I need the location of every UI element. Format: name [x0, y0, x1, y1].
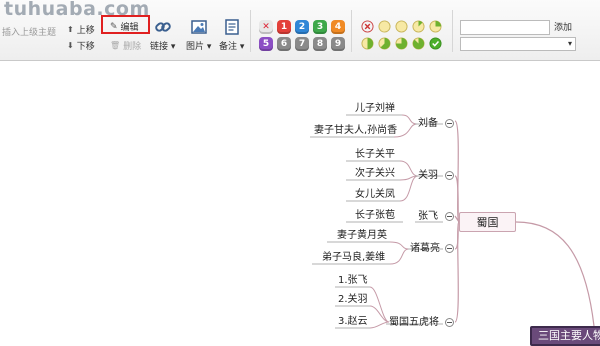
progress-pie-icon[interactable] — [378, 20, 391, 33]
progress-pie-icon[interactable] — [412, 37, 425, 50]
priority-badge[interactable]: 1 — [277, 20, 291, 34]
collapse-toggle[interactable] — [445, 171, 454, 180]
progress-pie-icon[interactable] — [361, 37, 374, 50]
link-button[interactable]: 链接 ▾ — [150, 18, 175, 52]
node-guanyu[interactable]: 关羽 — [418, 170, 438, 182]
note-button[interactable]: 备注 ▾ — [219, 18, 244, 52]
progress-complete-icon[interactable] — [429, 37, 442, 50]
priority-badge[interactable]: 9 — [331, 37, 345, 51]
node-liubei-child-1[interactable]: 儿子刘禅 — [355, 103, 395, 115]
node-zhangfei-child-1[interactable]: 长子张苞 — [355, 210, 395, 222]
node-shu[interactable]: 蜀国 — [459, 212, 516, 232]
priority-badge[interactable]: 3 — [313, 20, 327, 34]
move-down-label: 下移 — [76, 42, 95, 52]
move-down-button[interactable]: ⬇ 下移 — [67, 39, 95, 52]
node-root[interactable]: 三国主要人物 — [530, 326, 600, 346]
image-icon — [190, 20, 207, 34]
separator — [250, 10, 251, 52]
node-guanyu-child-1[interactable]: 长子关平 — [355, 149, 395, 161]
add-tag-button[interactable]: 添加 — [554, 20, 572, 33]
move-up-button[interactable]: ⬆ 上移 — [67, 23, 95, 36]
delete-label: 删除 — [123, 42, 142, 52]
link-label: 链接 — [150, 42, 169, 52]
clear-progress-icon[interactable] — [361, 20, 374, 33]
priority-badge[interactable]: ✕ — [259, 20, 273, 34]
progress-pie-icon[interactable] — [412, 20, 425, 33]
progress-pie-icon[interactable] — [395, 20, 408, 33]
collapse-toggle[interactable] — [445, 318, 454, 327]
link-icon — [154, 22, 171, 32]
priority-badge[interactable]: 8 — [313, 37, 327, 51]
arrow-down-icon: ⬇ — [67, 41, 74, 50]
priority-badge[interactable]: 6 — [277, 37, 291, 51]
move-up-label: 上移 — [76, 26, 95, 36]
mindmap-canvas[interactable]: 儿子刘禅 妻子甘夫人,孙尚香 刘备 长子关平 次子关兴 女儿关凤 关羽 长子张苞… — [0, 61, 600, 340]
chevron-down-icon: ▾ — [567, 39, 572, 48]
collapse-toggle[interactable] — [445, 212, 454, 221]
node-liubei[interactable]: 刘备 — [418, 118, 438, 130]
note-icon — [224, 19, 239, 35]
node-liubei-child-2[interactable]: 妻子甘夫人,孙尚香 — [314, 125, 397, 137]
node-wuhu-child-3[interactable]: 3.赵云 — [338, 316, 368, 328]
priority-badge[interactable]: 7 — [295, 37, 309, 51]
collapse-toggle[interactable] — [445, 119, 454, 128]
separator — [351, 10, 352, 52]
node-wuhu-child-1[interactable]: 1.张飞 — [338, 275, 368, 287]
priority-badge[interactable]: 4 — [331, 20, 345, 34]
edit-icon: ✎ — [110, 21, 118, 32]
insert-parent-topic-button[interactable]: 插入上级主题 — [2, 25, 56, 38]
note-label: 备注 — [219, 42, 238, 52]
node-wuhu-child-2[interactable]: 2.关羽 — [338, 294, 368, 306]
edit-button[interactable]: ✎ 编辑 — [110, 20, 139, 34]
node-zhuge[interactable]: 诸葛亮 — [410, 243, 440, 255]
node-wuhu[interactable]: 蜀国五虎将 — [389, 317, 439, 329]
tag-input[interactable] — [460, 20, 550, 35]
image-button[interactable]: 图片 ▾ — [186, 18, 211, 52]
edit-label: 编辑 — [120, 23, 139, 33]
node-guanyu-child-2[interactable]: 次子关兴 — [355, 168, 395, 180]
branch-lines — [310, 114, 595, 329]
node-zhangfei[interactable]: 张飞 — [418, 211, 438, 223]
arrow-up-icon: ⬆ — [67, 25, 74, 34]
delete-button[interactable]: 🗑 删除 — [110, 39, 141, 52]
trash-icon: 🗑 — [110, 41, 121, 50]
priority-badge[interactable]: 2 — [295, 20, 309, 34]
node-zhuge-child-1[interactable]: 妻子黄月英 — [337, 230, 387, 242]
progress-pie-icon[interactable] — [429, 20, 442, 33]
toolbar: tuhuaba.com 插入上级主题 ⬆ 上移 ⬇ 下移 ✎ 编辑 🗑 删除 链… — [0, 0, 600, 61]
progress-pie-icon[interactable] — [378, 37, 391, 50]
node-zhuge-child-2[interactable]: 弟子马良,姜维 — [322, 252, 385, 264]
image-label: 图片 — [186, 42, 205, 52]
priority-badge[interactable]: 5 — [259, 37, 273, 51]
tag-select[interactable]: ▾ — [460, 37, 576, 51]
progress-pie-icon[interactable] — [395, 37, 408, 50]
separator — [452, 10, 453, 52]
node-guanyu-child-3[interactable]: 女儿关凤 — [355, 189, 395, 201]
collapse-toggle[interactable] — [445, 244, 454, 253]
